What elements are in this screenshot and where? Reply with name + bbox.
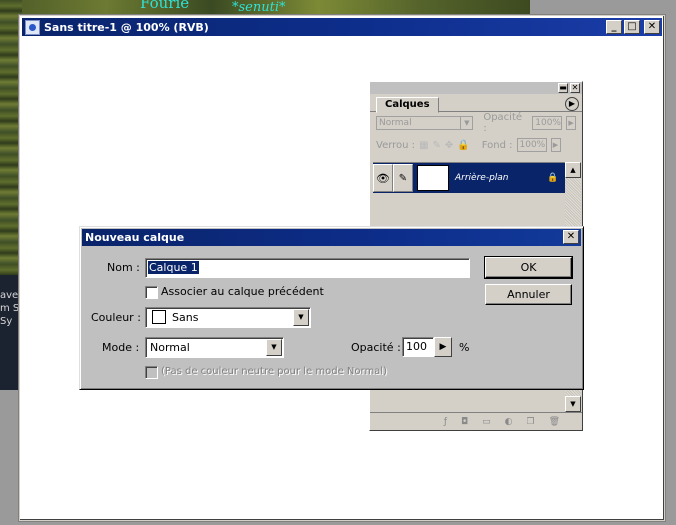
brush-icon[interactable]: ✎ [393, 164, 413, 192]
dialog-title-bar[interactable]: Nouveau calque ✕ [82, 229, 581, 246]
trash-icon[interactable]: 🗑 [549, 417, 560, 427]
palette-opacity-arrow-icon[interactable]: ▶ [566, 116, 576, 130]
lock-brush-icon[interactable]: ✎ [433, 140, 441, 151]
color-swatch [152, 310, 166, 324]
background-art-title: Fourie [140, 0, 190, 12]
lock-label: Verrou : [376, 139, 416, 151]
blend-row: Normal ▼ Opacité : 100% ▶ [370, 112, 582, 134]
group-checkbox[interactable] [145, 286, 158, 299]
palette-close-button[interactable]: ✕ [570, 83, 580, 93]
photoshop-document-icon [25, 19, 40, 35]
lock-icon: 🔒 [547, 173, 559, 183]
cancel-button[interactable]: Annuler [485, 284, 572, 305]
adjustment-layer-icon[interactable]: ◐ [505, 417, 513, 427]
dialog-close-button[interactable]: ✕ [563, 230, 579, 244]
background-snippet-2: m S [0, 303, 20, 314]
color-label: Couleur : [91, 311, 141, 324]
lock-transparency-icon[interactable]: ▦ [419, 140, 428, 151]
neutral-color-label: (Pas de couleur neutre pour le mode Norm… [161, 366, 387, 377]
palette-menu-icon[interactable]: ▶ [565, 97, 579, 111]
scroll-up-icon[interactable]: ▲ [565, 162, 581, 178]
chevron-down-icon: ▼ [293, 309, 309, 326]
eye-icon[interactable]: 👁 [373, 164, 393, 192]
new-layer-icon[interactable]: ❐ [526, 417, 534, 427]
background-snippet-1: ave [0, 290, 19, 301]
percent-sign: % [459, 341, 470, 354]
layer-row[interactable]: 👁 ✎ Arrière-plan 🔒 [373, 163, 565, 193]
maximize-button[interactable]: □ [624, 20, 640, 34]
opacity-label: Opacité : [351, 341, 401, 354]
palette-titlebar[interactable]: ▬ ✕ [370, 82, 582, 94]
lock-all-icon[interactable]: 🔒 [457, 140, 469, 151]
color-select-value: Sans [172, 311, 199, 324]
close-button[interactable]: ✕ [644, 20, 660, 34]
name-input-value: Calque 1 [148, 261, 199, 274]
chevron-down-icon: ▼ [460, 117, 472, 129]
palette-footer: ƒ ◘ ▭ ◐ ❐ 🗑 [370, 412, 582, 430]
ok-button[interactable]: OK [484, 256, 573, 279]
group-checkbox-label: Associer au calque précédent [161, 285, 324, 298]
blend-mode-value: Normal [379, 118, 412, 128]
dialog-title: Nouveau calque [85, 231, 185, 244]
layer-thumbnail [417, 165, 449, 191]
fill-label: Fond : [481, 139, 513, 151]
mode-select[interactable]: Normal ▼ [145, 337, 284, 358]
fill-arrow-icon[interactable]: ▶ [550, 138, 561, 152]
document-title-bar[interactable]: Sans titre-1 @ 100% (RVB) _ □ ✕ [22, 18, 662, 36]
opacity-slider-arrow-icon[interactable]: ▶ [434, 337, 452, 357]
layer-mask-icon[interactable]: ◘ [461, 417, 468, 427]
blend-mode-select[interactable]: Normal ▼ [376, 116, 474, 130]
palette-opacity-label: Opacité : [483, 112, 523, 134]
document-title: Sans titre-1 @ 100% (RVB) [44, 20, 209, 34]
lock-row: Verrou : ▦ ✎ ✥ 🔒 Fond : 100% ▶ [370, 134, 582, 156]
layer-name: Arrière-plan [455, 173, 509, 183]
background-art-subtitle: *senuti* [232, 0, 286, 15]
minimize-button[interactable]: _ [606, 20, 622, 34]
palette-tabs: Calques ▶ [370, 94, 582, 113]
mode-label: Mode : [102, 341, 140, 354]
tab-calques[interactable]: Calques [376, 97, 439, 113]
name-label: Nom : [107, 261, 140, 274]
lock-move-icon[interactable]: ✥ [445, 140, 453, 151]
opacity-input[interactable]: 100 [402, 337, 434, 357]
palette-minimize-button[interactable]: ▬ [558, 83, 568, 93]
palette-opacity-field[interactable]: 100% [532, 116, 563, 130]
background-snippet-3: Sy [0, 316, 13, 327]
neutral-color-checkbox [145, 366, 158, 379]
mode-select-value: Normal [150, 341, 190, 354]
new-set-icon[interactable]: ▭ [482, 417, 491, 427]
chevron-down-icon: ▼ [266, 339, 282, 356]
layer-style-icon[interactable]: ƒ [444, 417, 447, 427]
fill-field[interactable]: 100% [516, 138, 547, 152]
new-layer-dialog: Nouveau calque ✕ Nom : Calque 1 Associer… [79, 226, 584, 390]
name-input[interactable]: Calque 1 [145, 258, 470, 278]
scroll-down-icon[interactable]: ▼ [565, 396, 581, 412]
color-select[interactable]: Sans ▼ [145, 307, 311, 328]
